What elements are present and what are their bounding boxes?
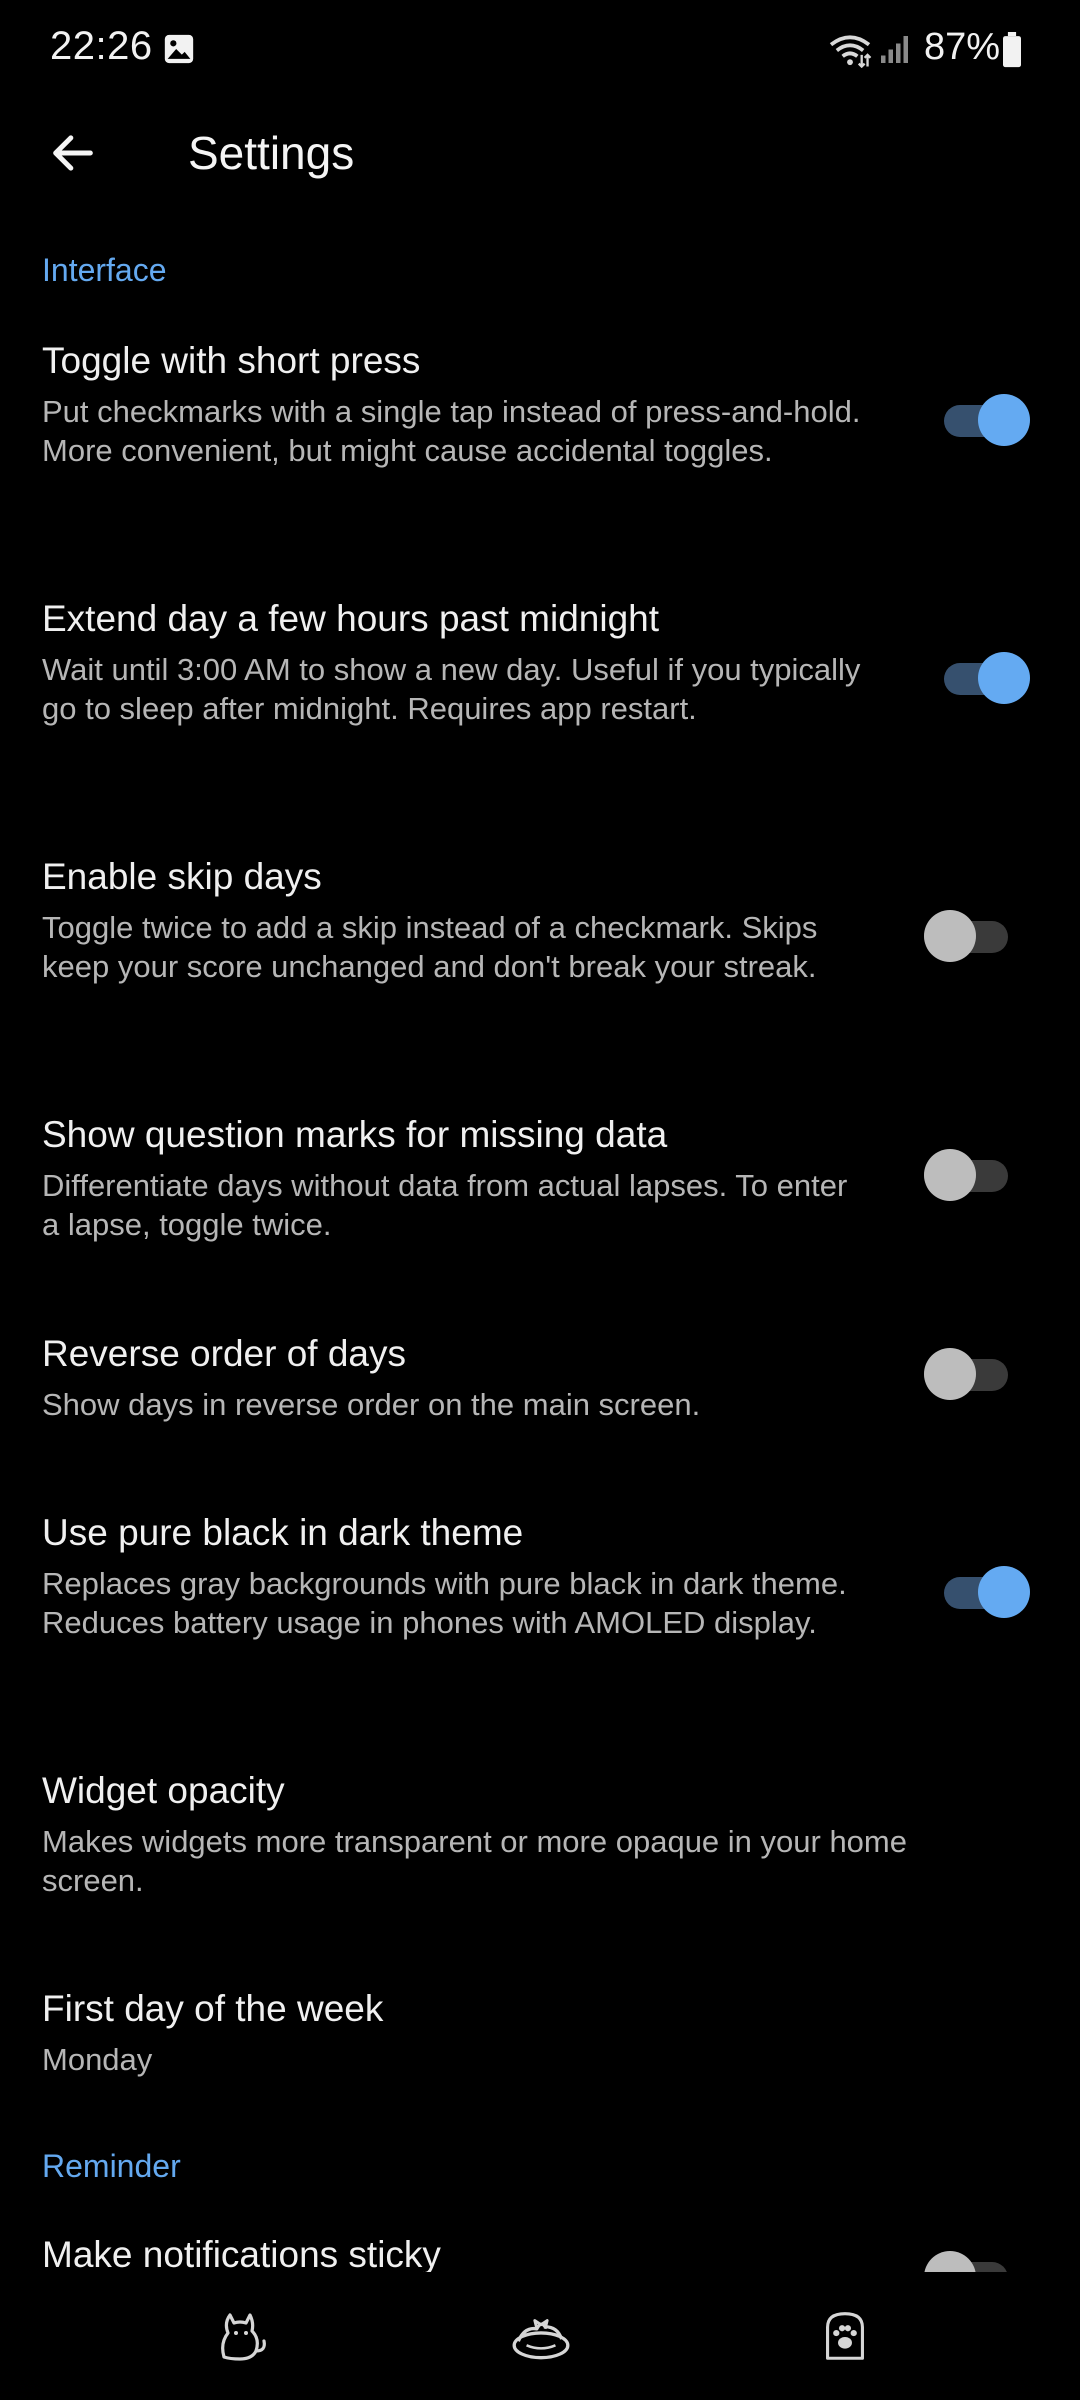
wifi-icon	[829, 35, 872, 68]
nav-paw-button[interactable]	[800, 2290, 890, 2380]
setting-summary: Makes widgets more transparent or more o…	[42, 1824, 907, 1898]
battery-icon	[1003, 32, 1021, 68]
signal-icon	[881, 36, 908, 63]
page-title: Settings	[188, 127, 355, 179]
setting-title: Enable skip days	[42, 856, 322, 897]
toggle-short-press-switch[interactable]	[944, 391, 1034, 451]
switch-thumb	[924, 1149, 976, 1201]
section-header-interface: Interface	[42, 252, 167, 288]
status-bar: 22:26 87%	[0, 0, 1080, 100]
setting-title: Make notifications sticky	[42, 2234, 441, 2272]
setting-summary: Wait until 3:00 AM to show a new day. Us…	[42, 652, 861, 726]
setting-first-day-of-week[interactable]: First day of the week Monday	[0, 1988, 1080, 2088]
cat-icon	[221, 2313, 266, 2361]
setting-toggle-short-press[interactable]: Toggle with short press Put checkmarks w…	[0, 340, 1080, 520]
setting-title: Extend day a few hours past midnight	[42, 598, 660, 639]
arrow-left-icon	[53, 135, 93, 171]
setting-pure-black[interactable]: Use pure black in dark theme Replaces gr…	[0, 1512, 1080, 1692]
setting-widget-opacity[interactable]: Widget opacity Makes widgets more transp…	[0, 1770, 1080, 1910]
setting-summary: Put checkmarks with a single tap instead…	[42, 394, 861, 468]
setting-reverse-order[interactable]: Reverse order of days Show days in rever…	[0, 1333, 1080, 1433]
top-app-bar: Settings	[0, 100, 1080, 210]
setting-title: Widget opacity	[42, 1770, 285, 1811]
enable-skip-days-switch[interactable]	[924, 907, 1014, 967]
setting-summary: Show days in reverse order on the main s…	[42, 1387, 701, 1422]
setting-sticky-notifications[interactable]: Make notifications sticky	[0, 2234, 1080, 2272]
setting-title: Use pure black in dark theme	[42, 1512, 524, 1553]
cat-bed-icon	[512, 2319, 570, 2360]
setting-value: Monday	[42, 2042, 153, 2077]
setting-title: Reverse order of days	[42, 1333, 407, 1374]
setting-summary: Replaces gray backgrounds with pure blac…	[42, 1566, 847, 1640]
pure-black-switch[interactable]	[944, 1563, 1034, 1623]
sticky-notifications-switch[interactable]	[924, 2248, 1014, 2272]
setting-extend-day[interactable]: Extend day a few hours past midnight Wai…	[0, 598, 1080, 778]
setting-title: First day of the week	[42, 1988, 384, 2029]
setting-summary: Toggle twice to add a skip instead of a …	[42, 910, 818, 984]
screen: 22:26 87% Settings Interface Toggle with…	[0, 0, 1080, 2272]
reverse-order-switch[interactable]	[924, 1345, 1014, 1405]
question-marks-switch[interactable]	[924, 1146, 1014, 1206]
switch-thumb	[924, 1348, 976, 1400]
paw-icon	[826, 2312, 864, 2360]
setting-summary: Differentiate days without data from act…	[42, 1168, 848, 1242]
setting-question-marks[interactable]: Show question marks for missing data Dif…	[0, 1114, 1080, 1254]
switch-thumb	[924, 910, 976, 962]
bottom-nav	[0, 2272, 1080, 2400]
setting-title: Toggle with short press	[42, 340, 421, 381]
extend-day-switch[interactable]	[944, 649, 1034, 709]
setting-title: Show question marks for missing data	[42, 1114, 668, 1155]
back-button[interactable]	[30, 110, 116, 196]
switch-thumb	[978, 1566, 1030, 1618]
setting-enable-skip-days[interactable]: Enable skip days Toggle twice to add a s…	[0, 856, 1080, 1036]
nav-cat-button[interactable]	[195, 2290, 285, 2380]
gallery-icon	[164, 34, 194, 64]
switch-thumb	[978, 652, 1030, 704]
nav-cat-bed-button[interactable]	[496, 2290, 586, 2380]
switch-thumb	[978, 394, 1030, 446]
battery-percent: 87%	[924, 26, 1001, 68]
switch-thumb	[924, 2251, 976, 2272]
section-header-reminder: Reminder	[42, 2148, 181, 2184]
status-time: 22:26	[50, 24, 153, 68]
